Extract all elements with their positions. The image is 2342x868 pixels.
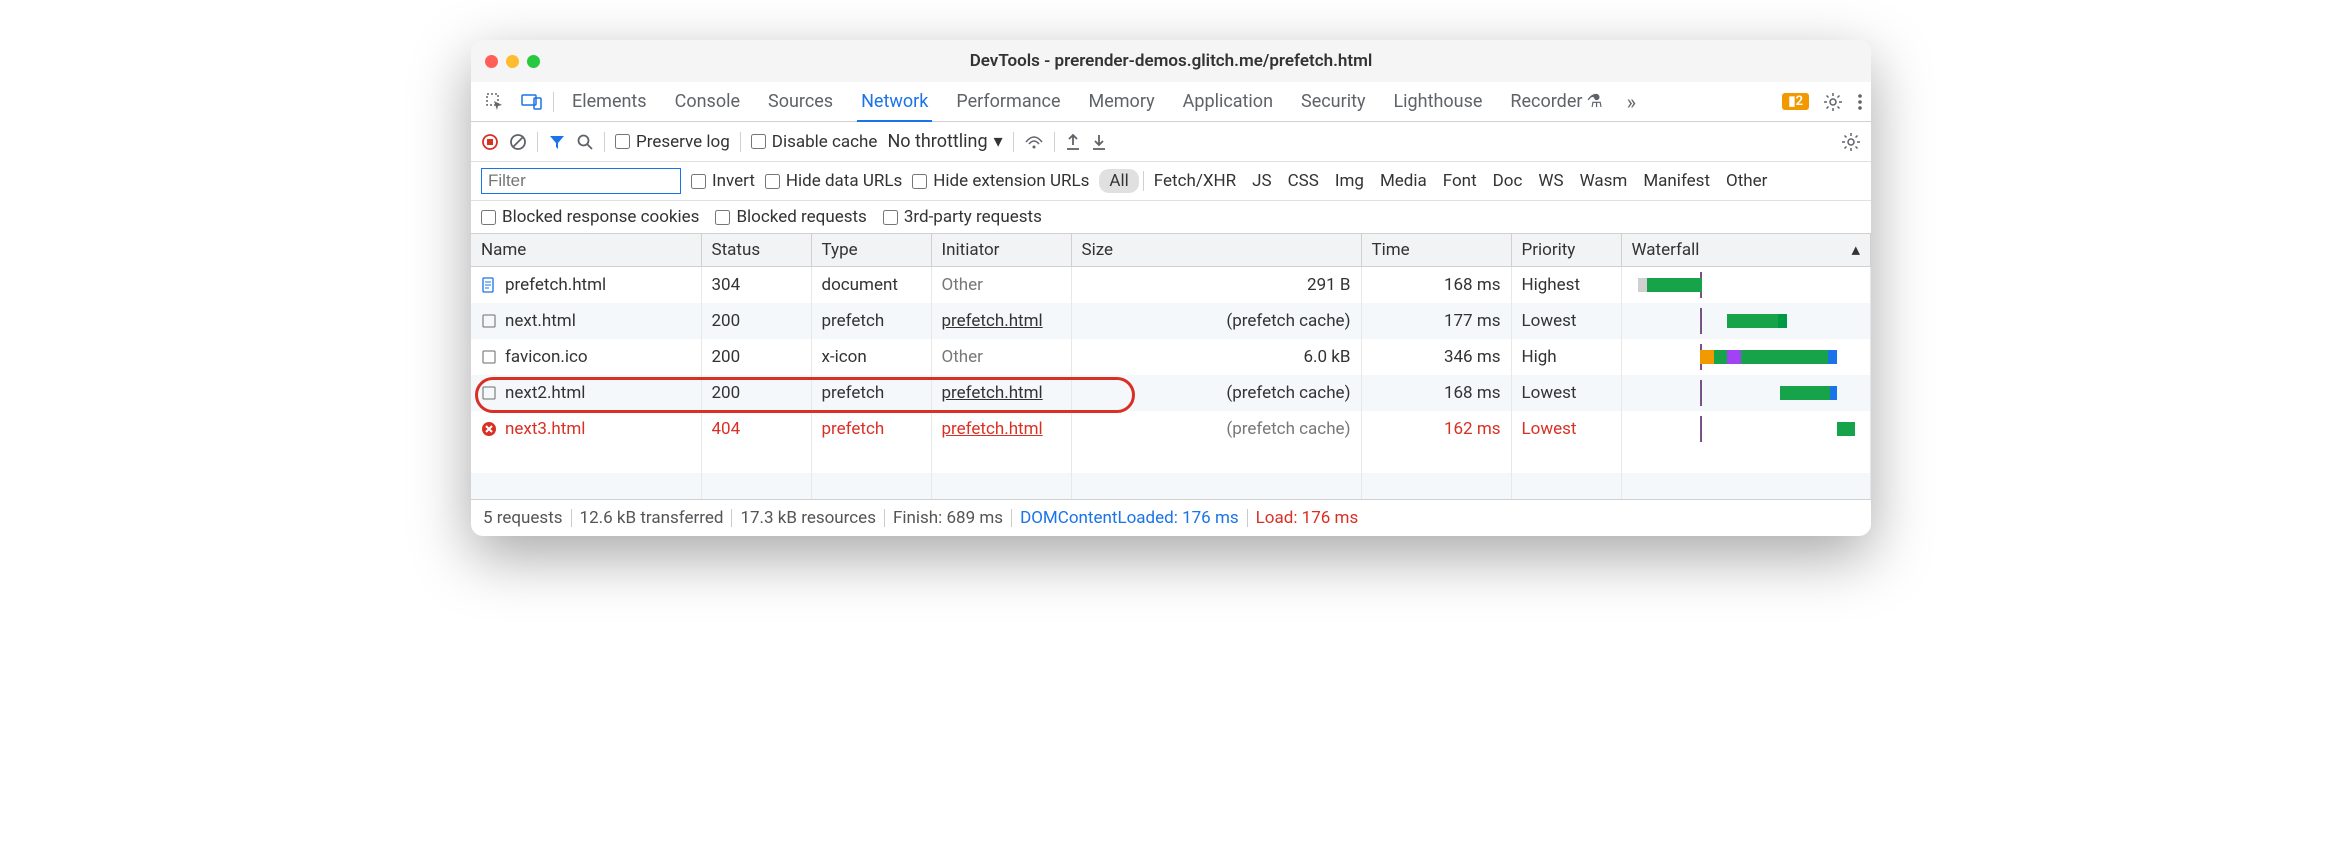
- load-time: Load: 176 ms: [1256, 508, 1359, 528]
- warning-badge[interactable]: ▮ 2: [1782, 93, 1809, 110]
- finish-time: Finish: 689 ms: [893, 508, 1003, 528]
- error-icon: [481, 421, 497, 437]
- col-status[interactable]: Status: [701, 234, 811, 267]
- dcl-time: DOMContentLoaded: 176 ms: [1020, 508, 1239, 528]
- column-headers: Name Status Type Initiator Size Time Pri…: [471, 234, 1871, 267]
- tab-elements[interactable]: Elements: [558, 82, 661, 121]
- network-conditions-icon[interactable]: [1024, 134, 1044, 150]
- resources-size: 17.3 kB resources: [740, 508, 876, 528]
- filter-icon[interactable]: [548, 133, 566, 151]
- inspect-element-icon[interactable]: [479, 92, 511, 112]
- type-filter-img[interactable]: Img: [1329, 169, 1370, 193]
- col-time[interactable]: Time: [1361, 234, 1511, 267]
- type-filter-manifest[interactable]: Manifest: [1637, 169, 1716, 193]
- main-tabs: ElementsConsoleSourcesNetworkPerformance…: [471, 82, 1871, 122]
- tab-network[interactable]: Network: [847, 82, 942, 121]
- waterfall-cell: [1621, 339, 1871, 375]
- preserve-log-checkbox[interactable]: Preserve log: [615, 132, 730, 152]
- throttling-select[interactable]: No throttling ▾: [887, 131, 1002, 152]
- table-row[interactable]: prefetch.html 304 document Other 291 B 1…: [471, 267, 1871, 304]
- doc-icon: [481, 277, 497, 293]
- initiator-link[interactable]: prefetch.html: [942, 311, 1043, 331]
- type-filter-doc[interactable]: Doc: [1487, 169, 1529, 193]
- tab-console[interactable]: Console: [661, 82, 754, 121]
- transferred-size: 12.6 kB transferred: [580, 508, 724, 528]
- col-waterfall[interactable]: Waterfall▴: [1621, 234, 1871, 267]
- col-name[interactable]: Name: [471, 234, 701, 267]
- tab-security[interactable]: Security: [1287, 82, 1379, 121]
- search-icon[interactable]: [576, 133, 594, 151]
- export-har-icon[interactable]: [1065, 133, 1081, 151]
- filter-bar: Invert Hide data URLs Hide extension URL…: [471, 162, 1871, 201]
- requests-count: 5 requests: [483, 508, 563, 528]
- invert-checkbox[interactable]: Invert: [691, 171, 755, 191]
- col-priority[interactable]: Priority: [1511, 234, 1621, 267]
- status-bar: 5 requests 12.6 kB transferred 17.3 kB r…: [471, 499, 1871, 536]
- type-filter-js[interactable]: JS: [1246, 169, 1277, 193]
- blocked-cookies-checkbox[interactable]: Blocked response cookies: [481, 207, 699, 227]
- waterfall-cell: [1621, 411, 1871, 447]
- clear-button[interactable]: [509, 133, 527, 151]
- type-filter-media[interactable]: Media: [1374, 169, 1433, 193]
- prefetch-icon: [481, 313, 497, 329]
- hide-extension-urls-checkbox[interactable]: Hide extension URLs: [912, 171, 1089, 191]
- tab-lighthouse[interactable]: Lighthouse: [1379, 82, 1496, 121]
- titlebar: DevTools - prerender-demos.glitch.me/pre…: [471, 40, 1871, 82]
- table-row[interactable]: next.html 200 prefetch prefetch.html (pr…: [471, 303, 1871, 339]
- initiator-link[interactable]: prefetch.html: [942, 383, 1043, 403]
- filter-input[interactable]: [481, 168, 681, 194]
- col-initiator[interactable]: Initiator: [931, 234, 1071, 267]
- col-size[interactable]: Size: [1071, 234, 1361, 267]
- devtools-window: DevTools - prerender-demos.glitch.me/pre…: [471, 40, 1871, 536]
- type-filter-other[interactable]: Other: [1720, 169, 1773, 193]
- disable-cache-checkbox[interactable]: Disable cache: [751, 132, 878, 152]
- tab-sources[interactable]: Sources: [754, 82, 847, 121]
- waterfall-cell: [1621, 375, 1871, 411]
- window-title: DevTools - prerender-demos.glitch.me/pre…: [471, 51, 1871, 71]
- network-settings-icon[interactable]: [1841, 132, 1861, 152]
- tab-recorder[interactable]: Recorder ⚗: [1496, 82, 1616, 121]
- blocked-requests-checkbox[interactable]: Blocked requests: [715, 207, 866, 227]
- import-har-icon[interactable]: [1091, 133, 1107, 151]
- kebab-menu-icon[interactable]: [1857, 92, 1863, 112]
- type-filter-ws[interactable]: WS: [1532, 169, 1569, 193]
- network-toolbar: Preserve log Disable cache No throttling…: [471, 122, 1871, 162]
- table-row[interactable]: next3.html 404 prefetch prefetch.html (p…: [471, 411, 1871, 447]
- type-filter-fetch-xhr[interactable]: Fetch/XHR: [1148, 169, 1242, 193]
- hide-data-urls-checkbox[interactable]: Hide data URLs: [765, 171, 902, 191]
- initiator-link[interactable]: prefetch.html: [942, 419, 1043, 439]
- prefetch-icon: [481, 349, 497, 365]
- settings-icon[interactable]: [1823, 92, 1843, 112]
- third-party-checkbox[interactable]: 3rd-party requests: [883, 207, 1042, 227]
- more-tabs-icon[interactable]: »: [1621, 90, 1642, 114]
- tab-performance[interactable]: Performance: [942, 82, 1074, 121]
- col-type[interactable]: Type: [811, 234, 931, 267]
- type-filter-all[interactable]: All: [1099, 169, 1138, 193]
- device-toolbar-icon[interactable]: [515, 93, 549, 111]
- type-filter-font[interactable]: Font: [1437, 169, 1483, 193]
- prefetch-icon: [481, 385, 497, 401]
- record-button[interactable]: [481, 133, 499, 151]
- network-grid: Name Status Type Initiator Size Time Pri…: [471, 234, 1871, 499]
- tab-application[interactable]: Application: [1169, 82, 1287, 121]
- table-row[interactable]: favicon.ico 200 x-icon Other 6.0 kB 346 …: [471, 339, 1871, 375]
- table-row[interactable]: next2.html 200 prefetch prefetch.html (p…: [471, 375, 1871, 411]
- type-filter-wasm[interactable]: Wasm: [1574, 169, 1634, 193]
- filter-bar-2: Blocked response cookies Blocked request…: [471, 201, 1871, 234]
- waterfall-cell: [1621, 267, 1871, 304]
- type-filter-css[interactable]: CSS: [1282, 169, 1325, 193]
- chevron-down-icon: ▾: [994, 131, 1003, 152]
- tab-memory[interactable]: Memory: [1075, 82, 1169, 121]
- waterfall-cell: [1621, 303, 1871, 339]
